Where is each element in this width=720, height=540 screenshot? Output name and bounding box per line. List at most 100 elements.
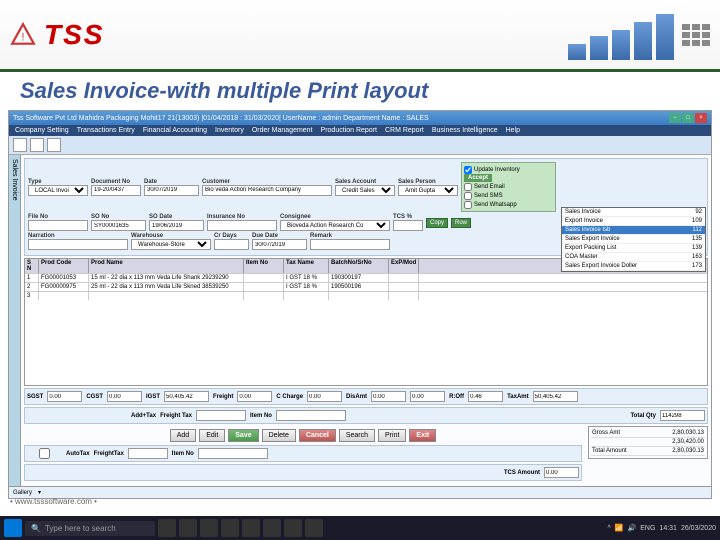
menu-company[interactable]: Company Setting	[15, 127, 69, 134]
edit-button[interactable]: Edit	[199, 429, 225, 442]
row-button[interactable]: Row	[451, 218, 471, 228]
save-button[interactable]: Save	[228, 429, 258, 442]
window-title: Tss Software Pvt Ltd Mahidra Packaging M…	[13, 115, 429, 122]
fileno-input[interactable]	[28, 220, 88, 231]
tcs-input[interactable]	[393, 220, 423, 231]
totalqty-label: Total Qty	[630, 413, 656, 419]
search-button[interactable]: Search	[339, 429, 375, 442]
toolbar-icon[interactable]	[13, 138, 27, 152]
sodate-input[interactable]	[149, 220, 204, 231]
print-button[interactable]: Print	[378, 429, 406, 442]
send-email-checkbox[interactable]	[464, 183, 472, 191]
update-inventory-checkbox[interactable]	[464, 166, 472, 174]
system-tray[interactable]: ^ 📶 🔊 ENG 14:31 26/03/2020	[608, 524, 716, 532]
minimize-button[interactable]: −	[669, 113, 681, 123]
itemno2-label: Item No	[172, 451, 194, 457]
cancel-button[interactable]: Cancel	[299, 429, 336, 442]
taskbar-app-icon[interactable]	[221, 519, 239, 537]
dd-item-export-packing[interactable]: Export Packing List139	[562, 244, 705, 253]
taskbar-app-icon[interactable]	[200, 519, 218, 537]
cess-value[interactable]	[410, 391, 445, 402]
customer-input[interactable]	[202, 185, 332, 196]
type-select[interactable]: LOCAL Invoice	[28, 185, 88, 196]
exit-button[interactable]: Exit	[409, 429, 436, 442]
menu-order[interactable]: Order Management	[252, 127, 313, 134]
slide-header: ! TSS	[0, 0, 720, 72]
taskbar-app-icon[interactable]	[158, 519, 176, 537]
menu-production[interactable]: Production Report	[321, 127, 377, 134]
autotax-checkbox[interactable]	[27, 448, 62, 459]
menu-inventory[interactable]: Inventory	[215, 127, 244, 134]
chart-graphic	[568, 10, 674, 60]
menubar: Company Setting Transactions Entry Finan…	[9, 125, 711, 136]
table-row[interactable]: 2FG0000097525 ml - 22 dia x 113 mm Veda …	[25, 282, 707, 291]
taskbar-app-icon[interactable]	[242, 519, 260, 537]
menu-help[interactable]: Help	[506, 127, 520, 134]
taskbar-app-icon[interactable]	[305, 519, 323, 537]
menu-crm[interactable]: CRM Report	[385, 127, 424, 134]
disamt-value[interactable]	[371, 391, 406, 402]
dd-item-sales-invoice[interactable]: Sales Invoice92	[562, 208, 705, 217]
sono-input[interactable]	[91, 220, 146, 231]
maximize-button[interactable]: □	[682, 113, 694, 123]
freighttax-label: Freight Tax	[160, 413, 192, 419]
add-button[interactable]: Add	[170, 429, 196, 442]
dd-item-sales-export-doller[interactable]: Sales Export Invoice Doller173	[562, 262, 705, 271]
tray-volume-icon[interactable]: 🔊	[628, 524, 637, 532]
consignee-select[interactable]: Bioveda Action Research Co	[280, 220, 390, 231]
cgst-label: CGST	[86, 394, 103, 400]
totalamt-label: Total Amount	[592, 448, 627, 454]
dd-item-export-invoice[interactable]: Export Invoice109	[562, 217, 705, 226]
tray-network-icon[interactable]: 📶	[615, 524, 624, 532]
menu-financial[interactable]: Financial Accounting	[143, 127, 207, 134]
chevron-down-icon[interactable]: ▾	[38, 489, 41, 496]
send-whatsapp-checkbox[interactable]	[464, 201, 472, 209]
sales-acct-select[interactable]: Credit Sales	[335, 185, 395, 196]
taskbar-search[interactable]: 🔍 Type here to search	[25, 521, 155, 536]
menu-transactions[interactable]: Transactions Entry	[77, 127, 135, 134]
accept-button[interactable]: Accept	[464, 174, 492, 182]
taskbar-app-icon[interactable]	[263, 519, 281, 537]
grid-graphic	[682, 24, 710, 46]
itemno-input[interactable]	[276, 410, 346, 421]
duedate-input[interactable]	[252, 239, 307, 250]
col-sn: S N	[25, 259, 39, 273]
send-sms-checkbox[interactable]	[464, 192, 472, 200]
disamt-label: DisAmt	[346, 394, 367, 400]
gallery-button[interactable]: Gallery	[13, 490, 32, 496]
sales-person-select[interactable]: Amit Gupta	[398, 185, 458, 196]
freight-value[interactable]	[237, 391, 272, 402]
table-row[interactable]: 3	[25, 291, 707, 300]
tray-chevron-icon[interactable]: ^	[608, 525, 611, 532]
dd-item-sales-export-invoice[interactable]: Sales Export Invoice135	[562, 235, 705, 244]
toolbar-icon[interactable]	[30, 138, 44, 152]
ccharge-value[interactable]	[307, 391, 342, 402]
delete-button[interactable]: Delete	[262, 429, 296, 442]
remark-input[interactable]	[310, 239, 390, 250]
copy-button[interactable]: Copy	[426, 218, 448, 228]
start-button[interactable]	[4, 519, 22, 537]
dd-item-coa-master[interactable]: COA Master163	[562, 253, 705, 262]
side-tab-sales-invoice[interactable]: Sales Invoice	[9, 155, 21, 486]
date-input[interactable]	[144, 185, 199, 196]
taskbar-app-icon[interactable]	[284, 519, 302, 537]
taskbar-app-icon[interactable]	[179, 519, 197, 537]
itemno2-input[interactable]	[198, 448, 268, 459]
docno-input[interactable]	[91, 185, 141, 196]
cgst-value	[107, 391, 142, 402]
send-email-label: Send Email	[474, 184, 505, 190]
table-row[interactable]: 1FG0000105315 ml - 22 dia x 113 mm Veda …	[25, 273, 707, 282]
freighttax-input[interactable]	[196, 410, 246, 421]
itemno-label: Item No	[250, 413, 272, 419]
grossamt-label: Gross Amt	[592, 430, 620, 436]
narration-input[interactable]	[28, 239, 128, 250]
menu-bi[interactable]: Business Intelligence	[432, 127, 498, 134]
insurance-input[interactable]	[207, 220, 277, 231]
freighttax2-input[interactable]	[128, 448, 168, 459]
toolbar-icon[interactable]	[47, 138, 61, 152]
dd-item-sales-invoice-isb[interactable]: Sales Invoice Isb112	[562, 226, 705, 235]
crdays-input[interactable]	[214, 239, 249, 250]
tray-lang[interactable]: ENG	[640, 525, 655, 532]
warehouse-select[interactable]: Warehouse-Store	[131, 239, 211, 250]
close-button[interactable]: ×	[695, 113, 707, 123]
